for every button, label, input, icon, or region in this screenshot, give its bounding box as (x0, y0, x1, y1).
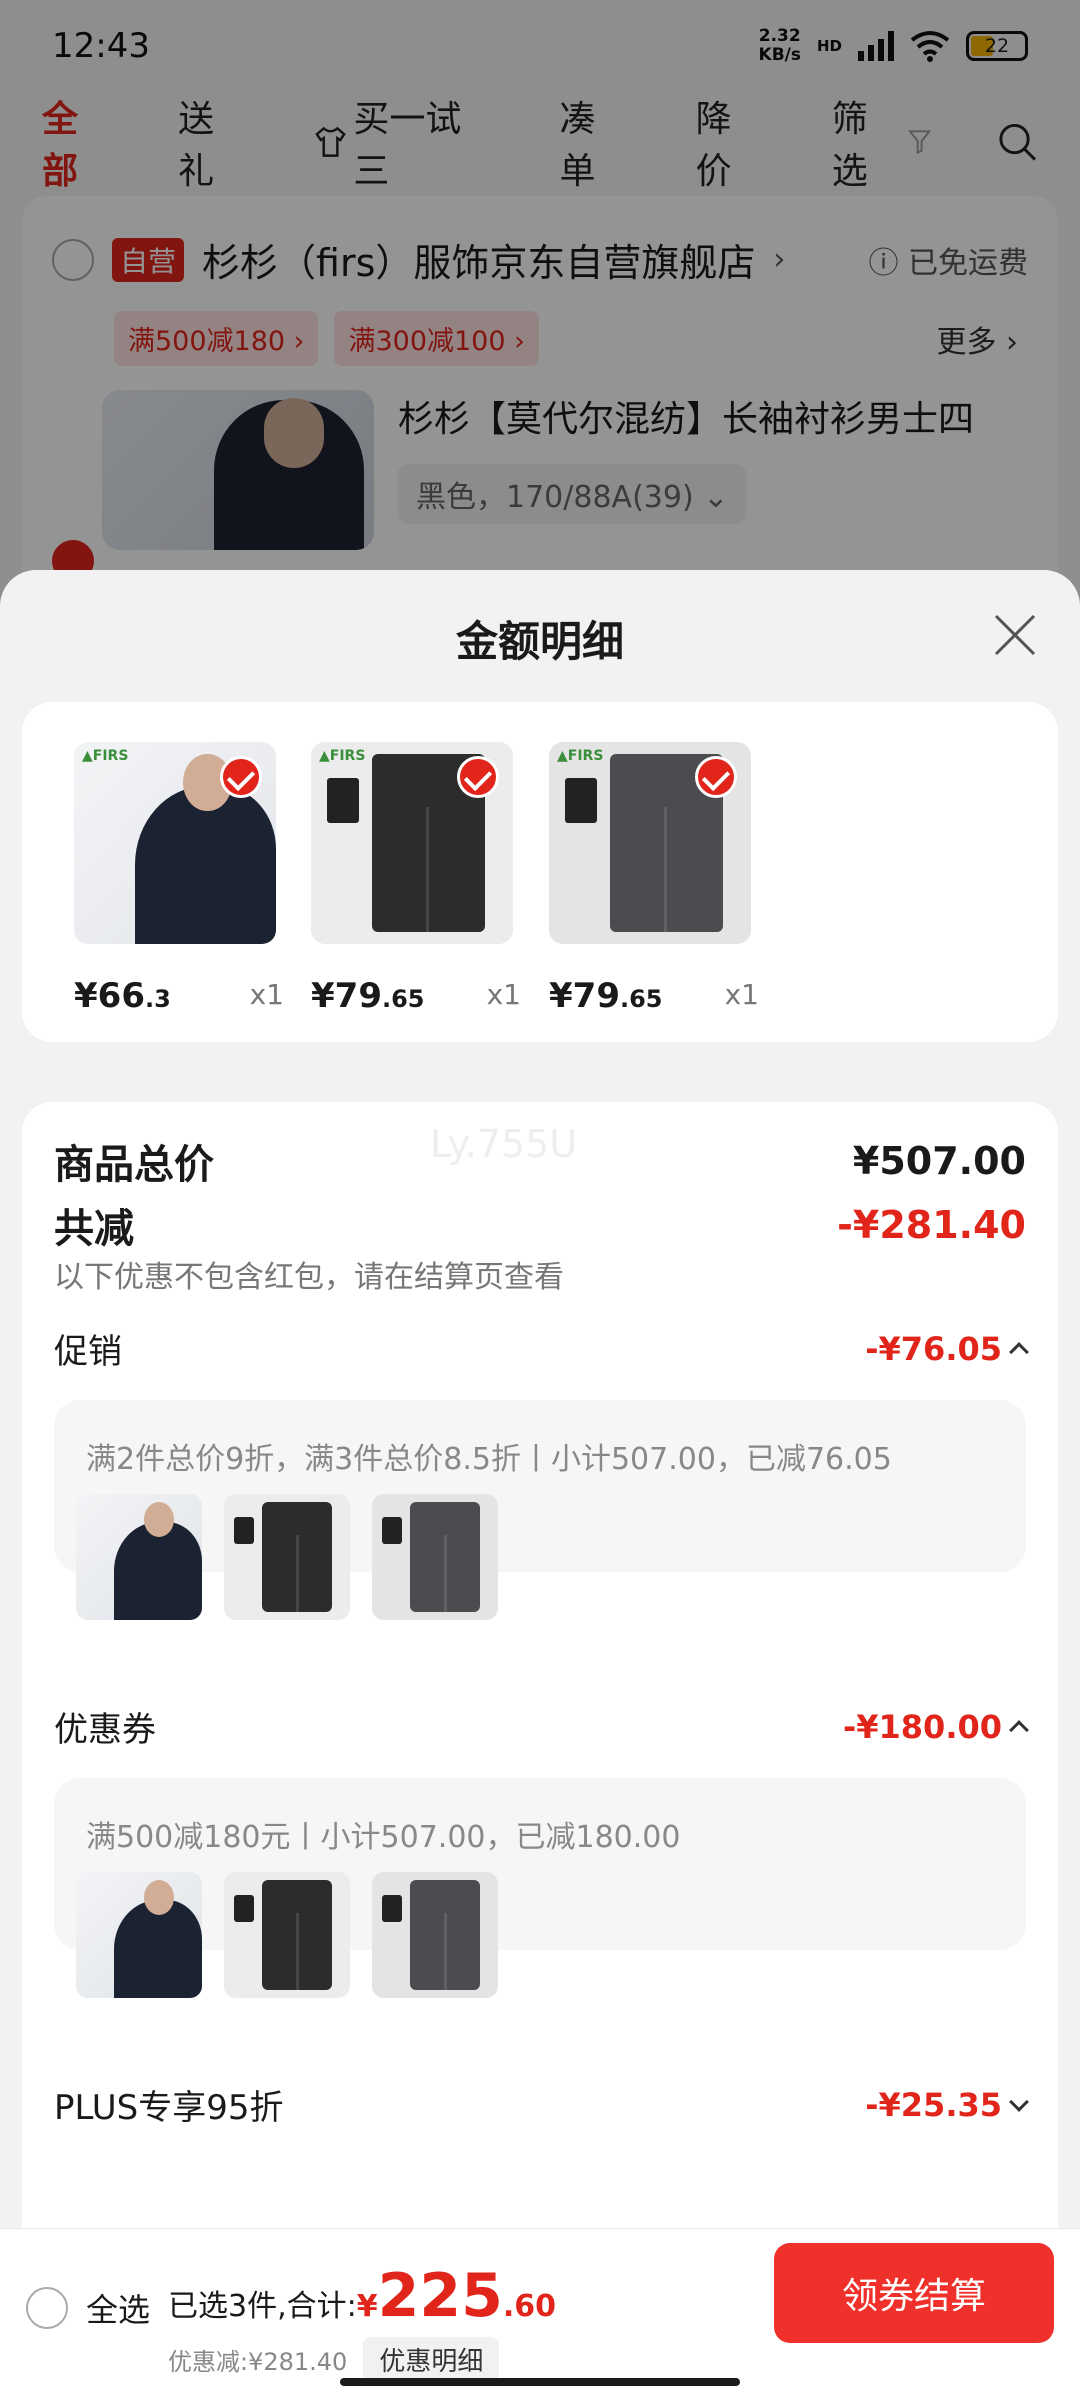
select-all-checkbox[interactable] (26, 2287, 68, 2329)
checkout-bar: 全选 已选3件,合计: ¥ 225 .60 优惠减:¥281.40 优惠明细 领… (0, 2228, 1080, 2400)
selected-item[interactable]: ▲FIRS ¥79.65 x1 (549, 742, 759, 1016)
coupon-value: -¥180.00 (842, 1707, 1002, 1746)
total-reduction-label: 共减 (54, 1206, 134, 1252)
amount-detail-sheet: 金额明细 ▲FIRS ¥66.3 x1 ▲FIRS ¥79.65 x1 ▲FIR… (0, 570, 1080, 2400)
brand-logo-icon: ▲FIRS (319, 748, 366, 764)
coupon-row[interactable]: 优惠券 -¥180.00 (54, 1702, 1029, 1751)
promo-item-thumbnail (76, 1494, 202, 1620)
chevron-down-icon (1009, 2091, 1029, 2112)
coupon-item-thumbnail (224, 1872, 350, 1998)
promo-item-thumbnail (224, 1494, 350, 1620)
close-icon[interactable] (990, 610, 1040, 660)
total-price-label: 商品总价 (54, 1142, 214, 1188)
brand-logo-icon: ▲FIRS (82, 748, 129, 764)
item-quantity: x1 (249, 978, 284, 1011)
coupon-item-thumbnail (76, 1872, 202, 1998)
coupon-detail-box: 满500减180元丨小计507.00，已减180.00 (54, 1778, 1026, 1998)
promo-detail-box: 满2件总价9折，满3件总价8.5折丨小计507.00，已减76.05 (54, 1400, 1026, 1620)
brand-logo-icon: ▲FIRS (557, 748, 604, 764)
discount-detail-button[interactable]: 优惠明细 (363, 2337, 500, 2382)
select-all-label: 全选 (86, 2291, 151, 2329)
checkmark-icon (695, 756, 737, 798)
coupon-description: 满500减180元丨小计507.00，已减180.00 (86, 1820, 681, 1855)
item-quantity: x1 (486, 978, 521, 1011)
price-breakdown-card: Ly.755U 商品总价 ¥507.00 共减 -¥281.40 以下优惠不包含… (22, 1102, 1058, 2400)
plus-discount-label: PLUS专享95折 (54, 2088, 284, 2128)
chevron-up-icon (1009, 1719, 1029, 1740)
item-price: ¥66.3 (74, 976, 171, 1016)
chevron-up-icon (1009, 1341, 1029, 1362)
item-price: ¥79.65 (549, 976, 663, 1016)
promo-description: 满2件总价9折，满3件总价8.5折丨小计507.00，已减76.05 (86, 1442, 892, 1477)
item-quantity: x1 (724, 978, 759, 1011)
checkout-button[interactable]: 领券结算 (774, 2243, 1054, 2343)
item-image: ▲FIRS (311, 742, 513, 944)
selected-items-card: ▲FIRS ¥66.3 x1 ▲FIRS ¥79.65 x1 ▲FIRS ¥79… (22, 702, 1058, 1042)
select-all-toggle[interactable]: 全选 (26, 2285, 150, 2331)
reduction-note: 以下优惠不包含红包，请在结算页查看 (54, 1260, 564, 1295)
total-reduction-row: 共减 -¥281.40 (54, 1196, 1026, 1254)
coupon-label: 优惠券 (54, 1710, 156, 1750)
total-reduction-value: -¥281.40 (837, 1203, 1026, 1247)
item-price: ¥79.65 (311, 976, 425, 1016)
sheet-title: 金额明细 (455, 617, 624, 666)
promo-label: 促销 (54, 1332, 122, 1372)
discount-summary: 优惠减:¥281.40 优惠明细 (168, 2337, 500, 2382)
promo-row[interactable]: 促销 -¥76.05 (54, 1324, 1029, 1373)
selected-total: 已选3件,合计: ¥ 225 .60 (168, 2261, 557, 2331)
total-amount: 225 (377, 2261, 503, 2331)
checkmark-icon (220, 756, 262, 798)
promo-value: -¥76.05 (865, 1329, 1002, 1368)
selected-item[interactable]: ▲FIRS ¥79.65 x1 (311, 742, 521, 1016)
plus-discount-row[interactable]: PLUS专享95折 -¥25.35 (54, 2080, 1029, 2129)
total-price-row: 商品总价 ¥507.00 (54, 1132, 1026, 1190)
coupon-item-thumbnail (372, 1872, 498, 1998)
total-price-value: ¥507.00 (852, 1139, 1026, 1183)
promo-item-thumbnail (372, 1494, 498, 1620)
checkmark-icon (457, 756, 499, 798)
home-indicator[interactable] (340, 2378, 740, 2386)
item-image: ▲FIRS (549, 742, 751, 944)
selected-item[interactable]: ▲FIRS ¥66.3 x1 (74, 742, 284, 1016)
plus-discount-value: -¥25.35 (865, 2085, 1002, 2124)
item-image: ▲FIRS (74, 742, 276, 944)
